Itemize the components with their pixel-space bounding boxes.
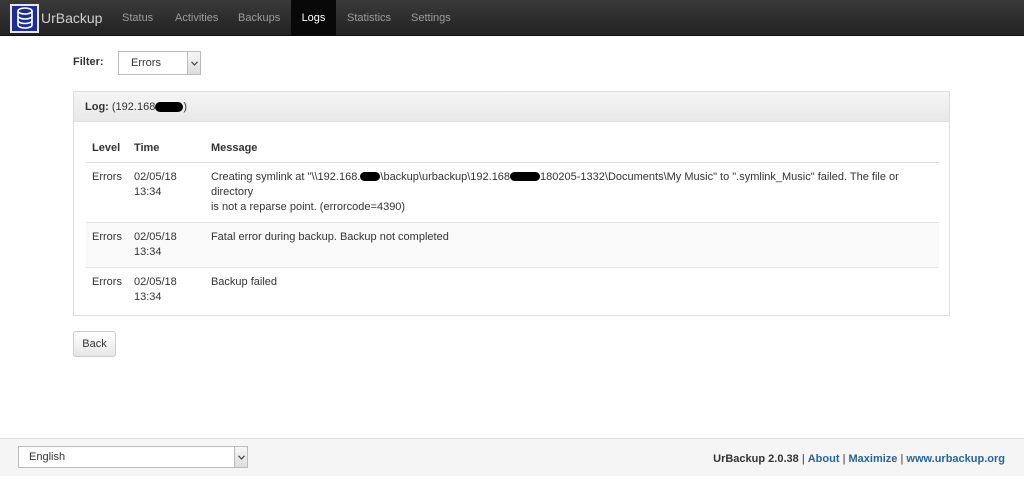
brand-name: UrBackup (41, 10, 103, 26)
maximize-link[interactable]: Maximize (848, 453, 897, 465)
table-row: Errors 02/05/18 13:34 Creating symlink at… (86, 161, 939, 222)
message-part: \backup\urbackup\192.168 (380, 170, 511, 183)
database-logo-icon (10, 3, 39, 33)
language-selected-value: English (29, 451, 66, 463)
row-date: 02/05/18 (133, 275, 177, 288)
row-message: Creating symlink at "\\192.168. \backup\u… (204, 161, 939, 222)
footer: English UrBackup 2.0.38 | About | Maximi… (0, 438, 1024, 476)
nav-statistics[interactable]: Statistics (347, 0, 391, 36)
log-table: Level Time Message Errors 02/05/18 13:34 … (86, 133, 939, 312)
redaction-mark (155, 102, 184, 113)
row-level: Errors (86, 221, 128, 267)
chevron-down-icon[interactable] (234, 447, 247, 467)
row-clock: 13:34 (133, 245, 162, 258)
chevron-down-icon[interactable] (187, 52, 200, 74)
table-row: Errors 02/05/18 13:34 Backup failed (86, 266, 939, 312)
nav-settings[interactable]: Settings (411, 0, 451, 36)
message-part: is not a reparse point. (errorcode=4390) (210, 200, 406, 213)
column-header-level: Level (86, 133, 128, 163)
separator: | (801, 453, 805, 465)
row-message: Fatal error during backup. Backup not co… (204, 221, 939, 267)
version-text: UrBackup 2.0.38 (713, 453, 799, 465)
separator: | (900, 453, 904, 465)
row-clock: 13:34 (133, 185, 162, 198)
column-header-message: Message (204, 133, 939, 163)
row-date: 02/05/18 (133, 230, 177, 243)
nav-logs[interactable]: Logs (291, 0, 336, 36)
row-time: 02/05/18 13:34 (127, 266, 205, 312)
about-link[interactable]: About (808, 453, 840, 465)
separator: | (842, 453, 846, 465)
log-client: (192.168 (111, 101, 156, 113)
log-client-end: ) (183, 101, 187, 113)
row-level: Errors (86, 266, 128, 312)
row-time: 02/05/18 13:34 (127, 161, 205, 222)
row-message: Backup failed (204, 266, 939, 312)
redaction-mark (510, 172, 541, 182)
nav-backups[interactable]: Backups (238, 0, 280, 36)
back-button[interactable]: Back (73, 331, 116, 357)
row-time: 02/05/18 13:34 (127, 221, 205, 267)
nav-status[interactable]: Status (122, 0, 153, 36)
message-part: Creating symlink at "\\192.168. (210, 170, 361, 183)
filter-selected-value: Errors (131, 57, 161, 69)
redaction-mark (360, 172, 381, 182)
nav-activities[interactable]: Activities (175, 0, 218, 36)
table-row: Errors 02/05/18 13:34 Fatal error during … (86, 221, 939, 267)
top-navbar: UrBackup Status Activities Backups Logs … (0, 0, 1024, 36)
column-header-time: Time (127, 133, 205, 163)
row-date: 02/05/18 (133, 170, 177, 183)
filter-select[interactable]: Errors (118, 51, 201, 75)
log-panel: Log: (192.168) Level Time Message Errors… (73, 91, 950, 316)
log-panel-header: Log: (192.168) (74, 92, 949, 122)
website-link[interactable]: www.urbackup.org (906, 453, 1005, 465)
footer-links: UrBackup 2.0.38 | About | Maximize | www… (713, 453, 1005, 465)
row-level: Errors (86, 161, 128, 222)
language-select[interactable]: English (18, 446, 248, 468)
log-label: Log: (85, 101, 109, 113)
brand[interactable]: UrBackup (10, 3, 102, 33)
row-clock: 13:34 (133, 290, 162, 303)
filter-label: Filter: (73, 56, 104, 68)
